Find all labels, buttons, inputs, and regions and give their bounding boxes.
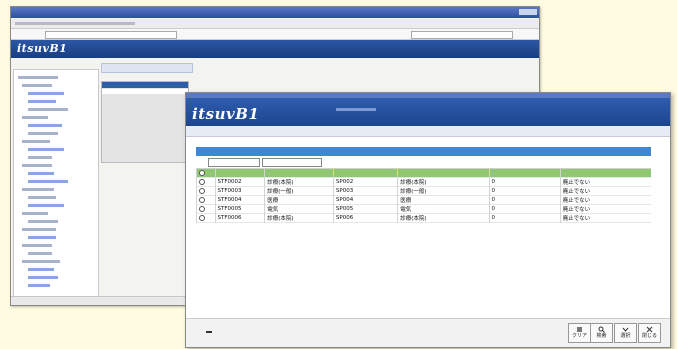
table-empty-area <box>196 245 651 315</box>
cell-code2: SP004 <box>332 195 398 205</box>
cell-status: 廃止でない <box>559 204 651 214</box>
cell-name2: 診療(本院) <box>397 177 490 187</box>
foreground-window: itsuvB1 STF0002 診療(本院) SP002 診療(本院) 0 廃止でない ST… <box>185 92 671 348</box>
back-menu-bar[interactable] <box>11 19 539 29</box>
table-row[interactable]: STF0003 診療(一般) SP003 診療(一般) 0 廃止でない <box>196 186 651 196</box>
table-row[interactable]: STF0004 医療 SP004 医療 0 廃止でない <box>196 195 651 205</box>
cell-name2 <box>397 169 490 178</box>
cell-name: 診療(本院) <box>264 177 334 187</box>
row-select-cell <box>196 213 216 223</box>
back-address-bar[interactable] <box>11 29 539 40</box>
cell-code2: SP003 <box>332 186 398 196</box>
back-data-grid[interactable] <box>101 81 189 163</box>
results-table: STF0002 診療(本院) SP002 診療(本院) 0 廃止でない STF0003 診療(… <box>196 169 651 223</box>
cell-status: 廃止でない <box>559 195 651 205</box>
cell-flag: 0 <box>488 177 561 187</box>
filter-row[interactable] <box>196 156 651 169</box>
cell-name <box>264 169 334 178</box>
select-button[interactable]: 選択 <box>614 323 637 343</box>
clear-icon <box>576 326 583 333</box>
scroll-arrow-icon[interactable] <box>206 331 212 333</box>
row-select-cell <box>196 195 216 205</box>
table-row[interactable] <box>196 169 651 178</box>
app-logo: itsuvB1 <box>192 105 260 123</box>
table-row[interactable]: STF0002 診療(本院) SP002 診療(本院) 0 廃止でない <box>196 177 651 187</box>
row-radio-button[interactable] <box>199 178 205 185</box>
cell-code2: SP005 <box>332 204 398 214</box>
back-tab-strip[interactable] <box>101 63 193 73</box>
cell-status: 廃止でない <box>559 177 651 187</box>
cell-name: 診療(本院) <box>264 213 334 223</box>
table-row[interactable]: STF0006 診療(本院) SP006 診療(本院) 0 廃止でない <box>196 213 651 223</box>
cell-name2: 診療(本院) <box>397 213 490 223</box>
cell-name: 電気 <box>264 204 334 214</box>
cell-status <box>559 169 651 178</box>
app-logo: itsuvB1 <box>17 42 68 55</box>
button-label: 選択 <box>620 333 631 339</box>
cell-flag <box>488 169 561 178</box>
row-select-cell <box>196 177 216 187</box>
row-select-cell <box>196 186 216 196</box>
filter-input[interactable] <box>262 158 322 167</box>
cell-code <box>214 169 265 178</box>
cell-code2 <box>332 169 398 178</box>
back-navigation-tree[interactable] <box>13 69 99 301</box>
select-icon <box>622 326 629 333</box>
close-icon <box>646 326 653 333</box>
front-toolbar[interactable] <box>186 126 670 137</box>
back-title-bar <box>11 7 539 18</box>
cell-flag: 0 <box>488 195 561 205</box>
filter-input[interactable] <box>208 158 260 167</box>
search-button[interactable]: 検索 <box>590 323 613 343</box>
list-header-row <box>196 147 651 156</box>
cell-code: STF0006 <box>214 213 265 223</box>
cell-name: 医療 <box>264 195 334 205</box>
row-radio-button[interactable] <box>199 169 205 176</box>
row-radio-button[interactable] <box>199 205 205 212</box>
cell-code: STF0005 <box>214 204 265 214</box>
cell-status: 廃止でない <box>559 213 651 223</box>
button-label: 検索 <box>596 333 607 339</box>
cell-code: STF0002 <box>214 177 265 187</box>
window-controls-icon[interactable] <box>519 9 537 15</box>
row-radio-button[interactable] <box>199 196 205 203</box>
cell-status: 廃止でない <box>559 186 651 196</box>
button-label: クリア <box>571 333 587 339</box>
row-radio-button[interactable] <box>199 214 205 221</box>
cell-name2: 電気 <box>397 204 490 214</box>
front-app-banner: itsuvB1 <box>186 98 670 126</box>
clear-button[interactable]: クリア <box>568 323 591 343</box>
search-icon <box>598 326 605 333</box>
cell-flag: 0 <box>488 186 561 196</box>
cell-flag: 0 <box>488 204 561 214</box>
cell-name: 診療(一般) <box>264 186 334 196</box>
cell-flag: 0 <box>488 213 561 223</box>
cell-code2: SP006 <box>332 213 398 223</box>
cell-code2: SP002 <box>332 177 398 187</box>
table-row[interactable]: STF0005 電気 SP005 電気 0 廃止でない <box>196 204 651 214</box>
button-label: 閉じる <box>641 333 657 339</box>
cell-name2: 診療(一般) <box>397 186 490 196</box>
cell-name2: 医療 <box>397 195 490 205</box>
row-select-cell <box>196 204 216 214</box>
cell-code: STF0004 <box>214 195 265 205</box>
footer-toolbar: クリア 検索 選択 閉じる <box>186 318 670 347</box>
row-radio-button[interactable] <box>199 187 205 194</box>
close-button[interactable]: 閉じる <box>638 323 661 343</box>
back-app-banner: itsuvB1 <box>11 40 539 58</box>
cell-code: STF0003 <box>214 186 265 196</box>
row-select-cell <box>196 169 216 178</box>
